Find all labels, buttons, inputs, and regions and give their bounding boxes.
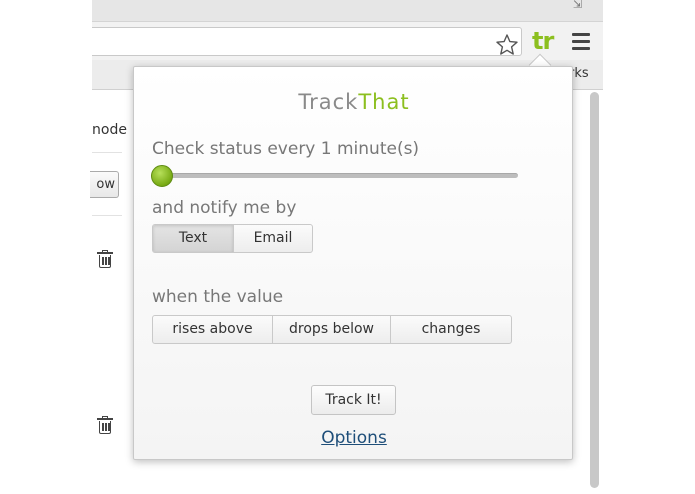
interval-slider-handle[interactable] [151,165,173,187]
trash-icon[interactable] [97,250,113,269]
scrollbar-thumb[interactable] [590,92,599,488]
browser-menu-icon[interactable] [572,33,590,51]
interval-slider[interactable] [156,173,518,178]
divider [92,152,122,153]
window-titlebar: ⇲ [92,0,603,22]
restore-icon[interactable]: ⇲ [573,0,585,10]
brand-that: That [358,90,410,114]
check-status-label: Check status every 1 minute(s) [152,139,420,159]
page-button[interactable]: ow [90,171,119,198]
address-bar[interactable] [92,27,522,56]
notify-email-button[interactable]: Email [234,225,312,252]
browser-toolbar [92,22,603,60]
popup-brand-title: TrackThat [134,90,574,114]
when-value-label: when the value [152,287,284,307]
notify-text-button[interactable]: Text [153,225,234,252]
page-mode-text: node [92,122,127,138]
trackthat-popup: TrackThat Check status every 1 minute(s)… [133,66,573,460]
trackthat-extension-icon[interactable]: tr [532,29,558,56]
brand-track: Track [298,90,359,114]
page-scrollbar[interactable] [590,92,599,490]
rises-above-button[interactable]: rises above [153,316,273,343]
notify-method-toggle: Text Email [152,224,313,253]
changes-button[interactable]: changes [391,316,511,343]
options-link[interactable]: Options [134,428,574,448]
condition-toggle: rises above drops below changes [152,315,512,344]
trash-icon[interactable] [97,416,113,435]
drops-below-button[interactable]: drops below [273,316,391,343]
divider [92,215,122,216]
bookmark-star-icon[interactable] [495,33,519,57]
track-it-button[interactable]: Track It! [311,385,396,415]
notify-label: and notify me by [152,198,297,218]
